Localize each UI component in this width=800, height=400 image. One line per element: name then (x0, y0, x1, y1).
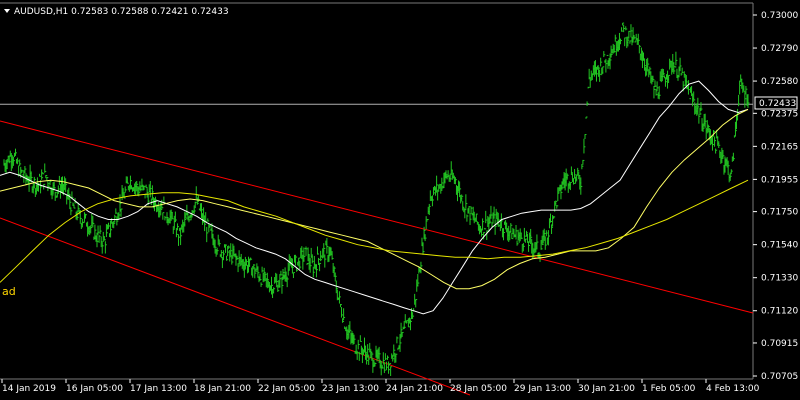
symbol-info: AUDUSD,H1 0.72583 0.72588 0.72421 0.7243… (14, 7, 229, 17)
current-price-label: 0.72433 (759, 99, 796, 109)
y-tick-label: 0.73000 (761, 11, 798, 21)
price-chart[interactable]: 0.73000 0.72790 0.72580 0.72375 0.72165 0.719… (0, 0, 800, 400)
y-tick-label: 0.72580 (761, 77, 798, 87)
x-tick-label: 23 Jan 13:00 (322, 384, 379, 394)
y-tick-label: 0.72790 (761, 44, 798, 54)
y-tick-label: 0.71330 (761, 274, 798, 284)
y-tick-label: 0.72165 (761, 142, 798, 152)
y-tick-label: 0.72375 (761, 109, 798, 119)
x-tick-label: 22 Jan 05:00 (258, 384, 315, 394)
y-tick-label: 0.71955 (761, 175, 798, 185)
x-tick-label: 14 Jan 2019 (2, 384, 56, 394)
y-tick-label: 0.71120 (761, 307, 798, 317)
indicator-label: ad (2, 285, 16, 298)
y-tick-label: 0.70915 (761, 339, 798, 349)
x-tick-label: 18 Jan 21:00 (194, 384, 251, 394)
chart-window[interactable]: 0.73000 0.72790 0.72580 0.72375 0.72165 0.719… (0, 0, 800, 400)
x-tick-label: 1 Feb 05:00 (642, 384, 696, 394)
x-tick-label: 16 Jan 05:00 (66, 384, 123, 394)
x-tick-label: 30 Jan 21:00 (578, 384, 635, 394)
x-tick-label: 24 Jan 21:00 (386, 384, 443, 394)
x-tick-label: 4 Feb 13:00 (706, 384, 760, 394)
x-tick-label: 17 Jan 13:00 (130, 384, 187, 394)
x-tick-label: 29 Jan 13:00 (514, 384, 571, 394)
x-tick-label: 28 Jan 05:00 (450, 384, 507, 394)
y-tick-label: 0.71540 (761, 241, 798, 251)
y-tick-label: 0.71750 (761, 208, 798, 218)
y-tick-label: 0.70705 (761, 372, 798, 382)
